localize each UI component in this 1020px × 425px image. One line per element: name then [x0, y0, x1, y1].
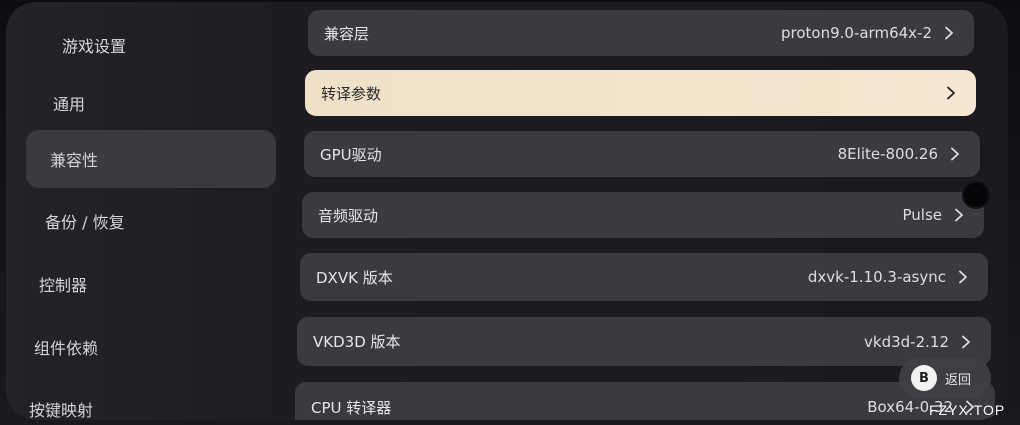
b-button-icon: B — [911, 365, 937, 391]
setting-label: 转译参数 — [321, 84, 382, 103]
sidebar-item-label: 通用 — [53, 95, 86, 114]
sidebar-item-label: 按键映射 — [29, 401, 94, 420]
setting-row-dxvk-version[interactable]: DXVK 版本 dxvk-1.10.3-async — [300, 253, 988, 301]
setting-value: dxvk-1.10.3-async — [807, 268, 946, 286]
sidebar-item-label: 控制器 — [39, 276, 88, 295]
back-button[interactable]: B 返回 — [899, 358, 991, 398]
chevron-right-icon — [952, 208, 966, 222]
front-camera-cutout — [964, 183, 988, 207]
sidebar-item-label: 组件依赖 — [34, 339, 99, 358]
chevron-right-icon — [956, 270, 970, 284]
setting-value: proton9.0-arm64x-2 — [781, 24, 932, 42]
setting-value: 8Elite-800.26 — [837, 145, 938, 163]
chevron-right-icon — [942, 26, 956, 40]
setting-label: 音频驱动 — [318, 206, 379, 225]
sidebar-item-general[interactable]: 通用 — [26, 74, 276, 132]
sidebar-item-backup-restore[interactable]: 备份 / 恢复 — [26, 192, 276, 250]
sidebar-item-label: 备份 / 恢复 — [45, 213, 125, 232]
setting-row-cpu-translator[interactable]: CPU 转译器 Box64-0.32 — [295, 382, 995, 420]
back-label: 返回 — [945, 372, 972, 388]
sidebar-item-compatibility[interactable]: 兼容性 — [26, 130, 276, 188]
sidebar-item-key-mapping[interactable]: 按键映射 — [26, 380, 276, 420]
setting-row-compat-layer[interactable]: 兼容层 proton9.0-arm64x-2 — [308, 10, 974, 56]
chevron-right-icon — [948, 147, 962, 161]
app-screen: 游戏设置 通用 兼容性 备份 / 恢复 控制器 组件依赖 按键映射 兼容层 pr… — [6, 2, 1008, 420]
chevron-right-icon — [959, 335, 973, 349]
setting-label: GPU驱动 — [320, 145, 382, 164]
setting-label: 兼容层 — [324, 24, 370, 43]
setting-row-vkd3d-version[interactable]: VKD3D 版本 vkd3d-2.12 — [297, 317, 991, 366]
setting-label: VKD3D 版本 — [313, 333, 401, 351]
setting-value: vkd3d-2.12 — [864, 332, 949, 351]
chevron-right-icon — [944, 86, 958, 100]
watermark-text: FZYX.TOP — [929, 402, 1006, 418]
setting-label: CPU 转译器 — [311, 398, 392, 417]
sidebar-title: 游戏设置 — [62, 37, 127, 56]
setting-row-gpu-driver[interactable]: GPU驱动 8Elite-800.26 — [304, 131, 980, 177]
setting-value: Pulse — [902, 206, 943, 224]
sidebar-item-controller[interactable]: 控制器 — [26, 255, 276, 313]
setting-row-translation-params[interactable]: 转译参数 — [305, 70, 976, 116]
setting-row-audio-driver[interactable]: 音频驱动 Pulse — [302, 192, 984, 238]
sidebar-item-label: 兼容性 — [50, 151, 99, 170]
setting-label: DXVK 版本 — [316, 268, 393, 287]
sidebar-item-components[interactable]: 组件依赖 — [26, 318, 276, 376]
